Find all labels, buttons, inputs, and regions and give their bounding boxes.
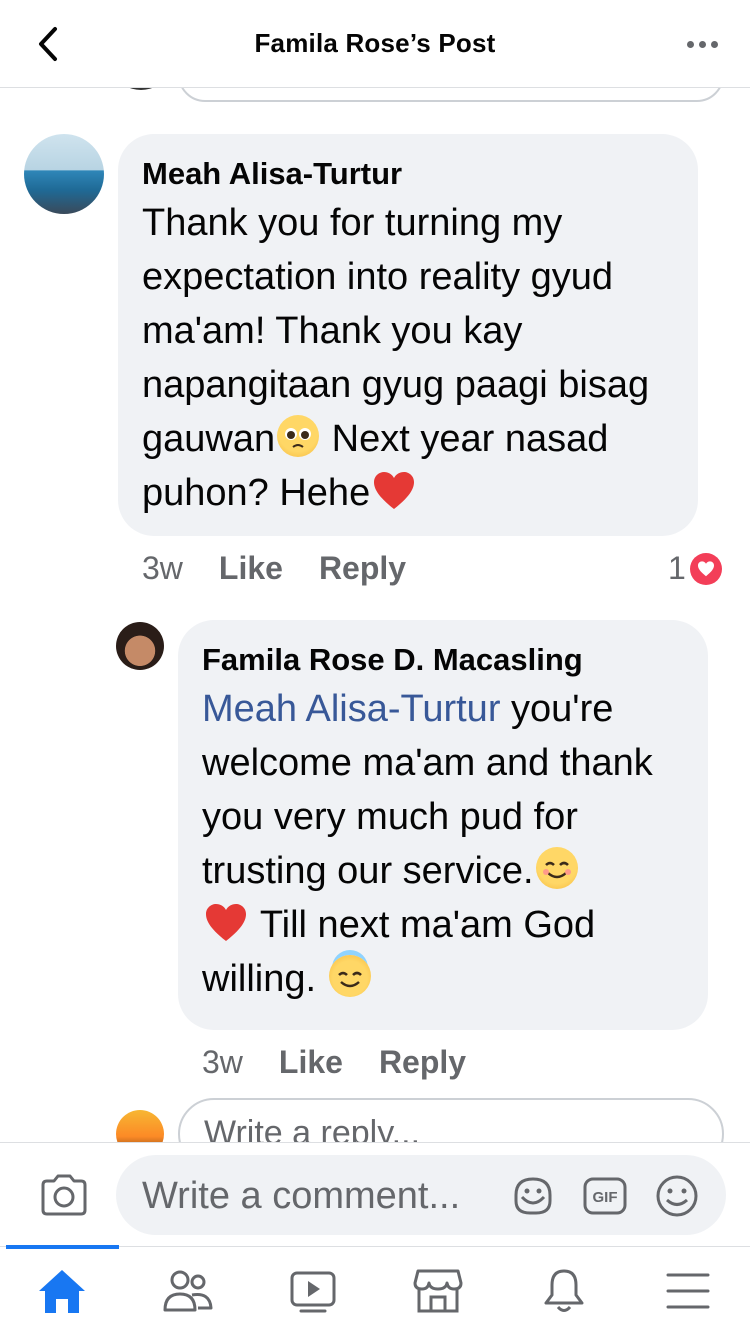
watch-video-icon (290, 1271, 336, 1313)
tab-watch[interactable] (283, 1265, 343, 1317)
previous-input-edge (178, 88, 724, 102)
halo-face-icon (328, 955, 371, 997)
avatar[interactable] (116, 622, 164, 670)
avatar[interactable] (24, 134, 104, 214)
more-dot-icon (710, 40, 718, 48)
tab-notifications[interactable] (534, 1265, 594, 1317)
reply-author[interactable]: Famila Rose D. Macasling (202, 642, 583, 678)
comment-placeholder: Write a comment... (142, 1175, 461, 1217)
comment-author[interactable]: Meah Alisa-Turtur (142, 156, 402, 192)
like-button[interactable]: Like (219, 550, 283, 587)
previous-avatar-edge (118, 88, 164, 90)
comment-timestamp: 3w (142, 550, 183, 586)
reaction-count: 1 (668, 550, 686, 586)
comments-feed[interactable]: Meah Alisa-Turtur Thank you for turning … (0, 88, 750, 1142)
home-icon (39, 1270, 85, 1313)
camera-icon (41, 1174, 87, 1216)
like-button[interactable]: Like (279, 1044, 343, 1081)
comment-bubble[interactable]: Meah Alisa-Turtur Thank you for turning … (118, 134, 698, 536)
svg-text:GIF: GIF (593, 1189, 618, 1206)
bell-icon (544, 1269, 584, 1312)
sticker-button[interactable] (510, 1173, 556, 1219)
comment-input[interactable]: Write a comment... GIF (116, 1155, 726, 1235)
reply-text-part: Till next ma'am God willing. (202, 904, 596, 1000)
friends-icon (163, 1270, 213, 1312)
emoji-button[interactable] (654, 1173, 700, 1219)
reply-input[interactable]: Write a reply... (178, 1098, 724, 1142)
marketplace-icon (413, 1269, 463, 1313)
smiling-face-icon (535, 847, 578, 889)
comment-text: Thank you for turning my expectation int… (142, 196, 690, 520)
avatar (116, 1110, 164, 1142)
comment-composer: Write a comment... GIF (0, 1142, 750, 1246)
more-dot-icon (698, 40, 706, 48)
reply-button[interactable]: Reply (379, 1044, 466, 1081)
post-header: Famila Rose’s Post (0, 0, 750, 88)
more-dot-icon (686, 40, 694, 48)
active-tab-indicator (6, 1245, 119, 1249)
reply-text: Meah Alisa-Turtur you're welcome ma'am a… (202, 682, 697, 1006)
gif-icon: GIF (583, 1177, 627, 1215)
reply-timestamp: 3w (202, 1044, 243, 1080)
emoji-icon (656, 1175, 698, 1217)
reply-bubble[interactable]: Famila Rose D. Macasling Meah Alisa-Turt… (178, 620, 708, 1030)
tab-marketplace[interactable] (408, 1265, 468, 1317)
bottom-tab-bar (0, 1245, 750, 1334)
camera-button[interactable] (38, 1169, 90, 1221)
page-title: Famila Rose’s Post (254, 28, 496, 58)
comment-actions: 3w Like Reply (142, 550, 442, 587)
pleading-face-icon (277, 415, 320, 457)
reaction-summary[interactable]: 1 (668, 550, 722, 587)
tab-friends[interactable] (158, 1265, 218, 1317)
heart-icon (206, 904, 246, 941)
gif-button[interactable]: GIF (582, 1173, 628, 1219)
tab-home[interactable] (32, 1265, 92, 1317)
mention-link[interactable]: Meah Alisa-Turtur (202, 688, 500, 730)
menu-icon (666, 1273, 710, 1309)
heart-icon (374, 472, 415, 509)
tab-menu[interactable] (658, 1265, 718, 1317)
reply-actions: 3w Like Reply (202, 1044, 502, 1081)
love-reaction-icon (689, 552, 722, 585)
sticker-icon (514, 1177, 552, 1215)
reply-button[interactable]: Reply (319, 550, 406, 587)
more-options-button[interactable] (682, 28, 722, 60)
